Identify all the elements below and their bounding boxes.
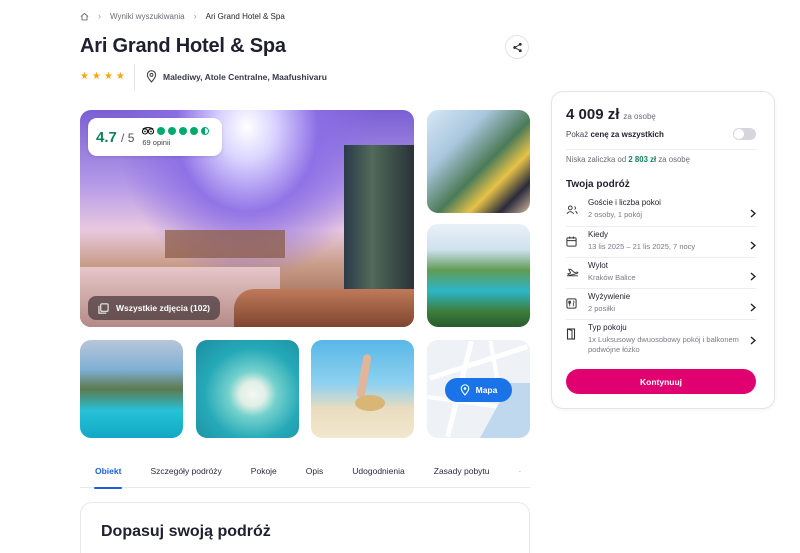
door-icon xyxy=(566,328,576,340)
divider xyxy=(134,64,135,90)
star-icon: ★ xyxy=(91,71,101,82)
breadcrumb: › Wyniki wyszukiwania › Ari Grand Hotel … xyxy=(80,11,285,21)
map-button-label: Mapa xyxy=(475,385,498,395)
all-photos-button[interactable]: Wszystkie zdjęcia (102) xyxy=(88,296,221,320)
star-icon: ★ xyxy=(115,71,125,82)
plane-icon xyxy=(566,268,579,277)
tab-trip-details[interactable]: Szczegóły podróży xyxy=(150,458,221,487)
photo-thumbnail[interactable] xyxy=(196,340,299,438)
section-title: Dopasuj swoją podróż xyxy=(101,523,271,540)
rating-card: 4.7 / 5 69 opinii xyxy=(88,118,222,156)
tab-obiekt[interactable]: Obiekt xyxy=(93,458,123,489)
divider xyxy=(566,288,756,289)
tabs-overflow-indicator: · xyxy=(518,466,522,476)
tab-amenities[interactable]: Udogodnienia xyxy=(352,458,404,487)
photo-thumbnail[interactable] xyxy=(427,224,530,327)
chevron-right-icon xyxy=(746,292,756,322)
photo-thumbnail[interactable] xyxy=(427,110,530,213)
option-value: 2 posiłki xyxy=(588,304,616,313)
option-value: 13 lis 2025 – 21 lis 2025, 7 nocy xyxy=(588,242,696,251)
option-label: Goście i liczba pokoi xyxy=(588,198,661,207)
divider xyxy=(566,319,756,320)
location-text: Malediwy, Atole Centralne, Maafushivaru xyxy=(163,71,327,82)
location-pin-icon xyxy=(460,384,469,396)
option-dates[interactable]: Kiedy 13 lis 2025 – 21 lis 2025, 7 nocy xyxy=(566,230,756,260)
option-meals[interactable]: Wyżywienie 2 posiłki xyxy=(566,292,756,322)
page-title: Ari Grand Hotel & Spa xyxy=(80,35,286,57)
breadcrumb-item-current: Ari Grand Hotel & Spa xyxy=(205,11,285,21)
photo-thumbnail[interactable] xyxy=(80,340,183,438)
option-value: 1x Luksusowy dwuosobowy pokój i balkonem… xyxy=(588,335,739,355)
share-button[interactable] xyxy=(505,35,529,59)
tab-rooms[interactable]: Pokoje xyxy=(251,458,277,487)
option-label: Wyżywienie xyxy=(588,292,631,301)
price: 4 009 zł za osobę xyxy=(566,106,656,123)
trip-section-title: Twoja podróż xyxy=(566,179,630,190)
star-icon: ★ xyxy=(80,71,89,82)
price-per: za osobę xyxy=(623,112,656,121)
price-toggle-label: Pokaż cenę za wszystkich xyxy=(566,130,664,139)
rating-bubble-icon xyxy=(168,127,177,135)
continue-button[interactable]: Kontynuuj xyxy=(566,369,756,394)
chevron-right-icon xyxy=(746,261,756,291)
home-icon[interactable] xyxy=(80,12,89,21)
chevron-right-icon xyxy=(746,230,756,260)
divider xyxy=(566,226,756,227)
breadcrumb-item-results[interactable]: Wyniki wyszukiwania xyxy=(110,12,185,21)
option-guests[interactable]: Goście i liczba pokoi 2 osoby, 1 pokój xyxy=(566,198,756,228)
rating-score: 4.7 / 5 xyxy=(96,128,135,146)
option-value: Kraków Balice xyxy=(588,273,636,282)
divider xyxy=(566,149,756,150)
option-label: Typ pokoju xyxy=(588,323,627,332)
option-departure[interactable]: Wylot Kraków Balice xyxy=(566,261,756,291)
location-pin-icon xyxy=(146,70,157,83)
meal-icon xyxy=(566,298,577,309)
photo-thumbnail[interactable] xyxy=(311,340,414,438)
tab-stay-rules[interactable]: Zasady pobytu xyxy=(434,458,490,487)
chevron-right-icon xyxy=(746,323,756,357)
reviews-count[interactable]: 69 opinii xyxy=(142,138,209,147)
hotel-stars: ★ ★ ★ ★ xyxy=(80,71,125,82)
chevron-right-icon: › xyxy=(98,11,101,21)
star-icon: ★ xyxy=(103,71,113,82)
chevron-right-icon: › xyxy=(193,11,197,21)
hotel-location[interactable]: Malediwy, Atole Centralne, Maafushivaru xyxy=(146,70,327,83)
deposit-info: Niska zaliczka od 2 803 zł za osobę xyxy=(566,155,690,164)
divider xyxy=(566,257,756,258)
rating-bubble-icon xyxy=(201,127,210,135)
price-amount: 4 009 zł xyxy=(566,106,620,123)
rating-bubble-icon xyxy=(190,127,199,135)
option-label: Kiedy xyxy=(588,230,609,239)
share-icon xyxy=(512,42,522,52)
option-label: Wylot xyxy=(588,261,608,270)
option-value: 2 osoby, 1 pokój xyxy=(588,210,643,219)
chevron-right-icon xyxy=(746,198,756,228)
price-for-all-toggle[interactable] xyxy=(733,128,756,140)
rating-bubble-icon xyxy=(179,127,188,135)
all-photos-label: Wszystkie zdjęcia (102) xyxy=(116,303,211,313)
calendar-icon xyxy=(566,236,577,247)
tripadvisor-owl-icon xyxy=(142,127,155,135)
gallery-icon xyxy=(98,302,109,314)
map-button[interactable]: Mapa xyxy=(445,378,512,402)
option-room-type[interactable]: Typ pokoju 1x Luksusowy dwuosobowy pokój … xyxy=(566,323,756,357)
tripadvisor-rating xyxy=(142,127,210,135)
section-tabs: Obiekt Szczegóły podróży Pokoje Opis Udo… xyxy=(80,458,530,489)
guests-icon xyxy=(566,205,578,215)
rating-bubble-icon xyxy=(157,127,166,135)
tab-description[interactable]: Opis xyxy=(306,458,323,487)
